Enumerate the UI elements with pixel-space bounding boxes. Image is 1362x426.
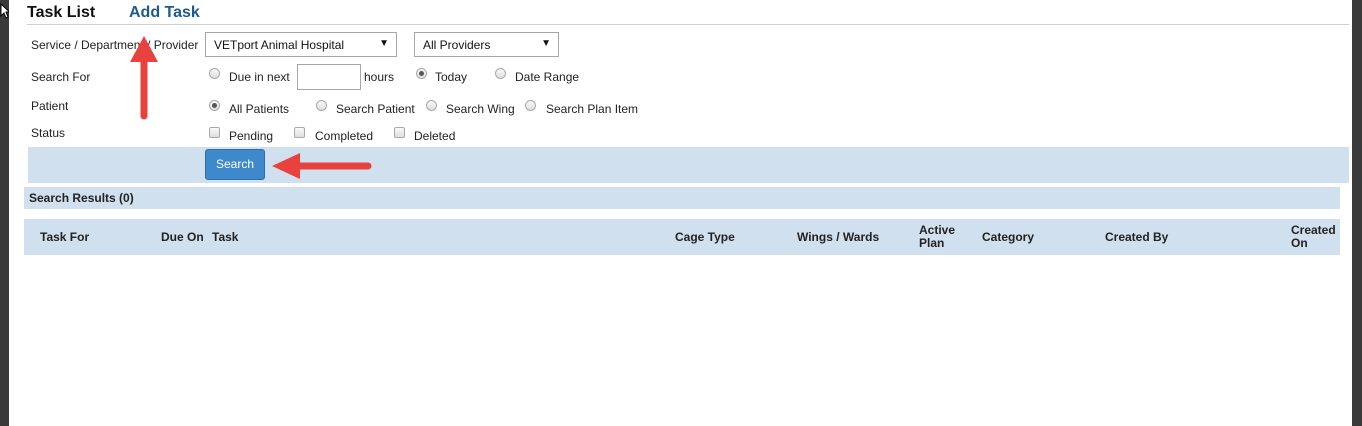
due-in-next-radio[interactable]	[209, 68, 220, 79]
search-button[interactable]: Search	[205, 149, 265, 180]
date-range-label: Date Range	[515, 70, 580, 84]
due-in-next-label: Due in next	[229, 70, 290, 84]
column-header-due-on[interactable]: Due On	[161, 231, 204, 244]
annotation-arrow-left-icon	[272, 153, 372, 179]
column-header-task-for[interactable]: Task For	[40, 231, 89, 244]
search-results-header: Search Results (0)	[24, 187, 1340, 209]
today-label: Today	[435, 70, 468, 84]
service-select-value: VETport Animal Hospital	[214, 38, 345, 52]
column-header-active-plan[interactable]: Active Plan	[919, 224, 963, 250]
provider-select-value: All Providers	[423, 38, 491, 52]
search-plan-item-label: Search Plan Item	[546, 102, 639, 116]
search-wing-label: Search Wing	[446, 102, 515, 116]
deleted-checkbox[interactable]	[394, 127, 405, 138]
completed-label: Completed	[315, 129, 374, 143]
search-wing-radio[interactable]	[426, 100, 437, 111]
pending-checkbox[interactable]	[209, 127, 220, 138]
deleted-label: Deleted	[414, 129, 456, 143]
hours-label: hours	[364, 70, 395, 84]
column-header-task[interactable]: Task	[212, 231, 238, 244]
search-patient-label: Search Patient	[336, 102, 415, 116]
column-header-wings-wards[interactable]: Wings / Wards	[797, 231, 879, 244]
all-patients-label: All Patients	[229, 102, 290, 116]
results-table-header: Task For Due On Task Cage Type Wings / W…	[24, 219, 1340, 255]
page-title: Task List	[27, 4, 96, 21]
status-label: Status	[31, 126, 66, 140]
patient-label: Patient	[31, 99, 69, 113]
service-select[interactable]: VETport Animal Hospital ▼	[205, 32, 397, 57]
page-header: Task List Add Task	[27, 0, 1349, 25]
today-radio[interactable]	[416, 68, 427, 79]
all-patients-radio[interactable]	[209, 100, 220, 111]
search-plan-item-radio[interactable]	[525, 100, 536, 111]
add-task-link[interactable]: Add Task	[129, 4, 200, 22]
service-department-provider-label: Service / Department / Provider	[31, 38, 199, 52]
task-list-page: Task List Add Task Service / Department …	[9, 0, 1352, 426]
search-for-label: Search For	[31, 70, 91, 84]
search-patient-radio[interactable]	[316, 100, 327, 111]
chevron-down-icon: ▼	[541, 38, 551, 49]
pending-label: Pending	[229, 129, 274, 143]
column-header-created-on[interactable]: Created On	[1291, 224, 1341, 250]
annotation-arrow-up-icon	[130, 36, 158, 120]
date-range-radio[interactable]	[495, 68, 506, 79]
hours-input[interactable]	[297, 64, 361, 90]
provider-select[interactable]: All Providers ▼	[414, 32, 559, 57]
column-header-cage-type[interactable]: Cage Type	[675, 231, 735, 244]
completed-checkbox[interactable]	[294, 127, 305, 138]
column-header-created-by[interactable]: Created By	[1105, 231, 1168, 244]
chevron-down-icon: ▼	[379, 38, 389, 49]
column-header-category[interactable]: Category	[982, 231, 1034, 244]
